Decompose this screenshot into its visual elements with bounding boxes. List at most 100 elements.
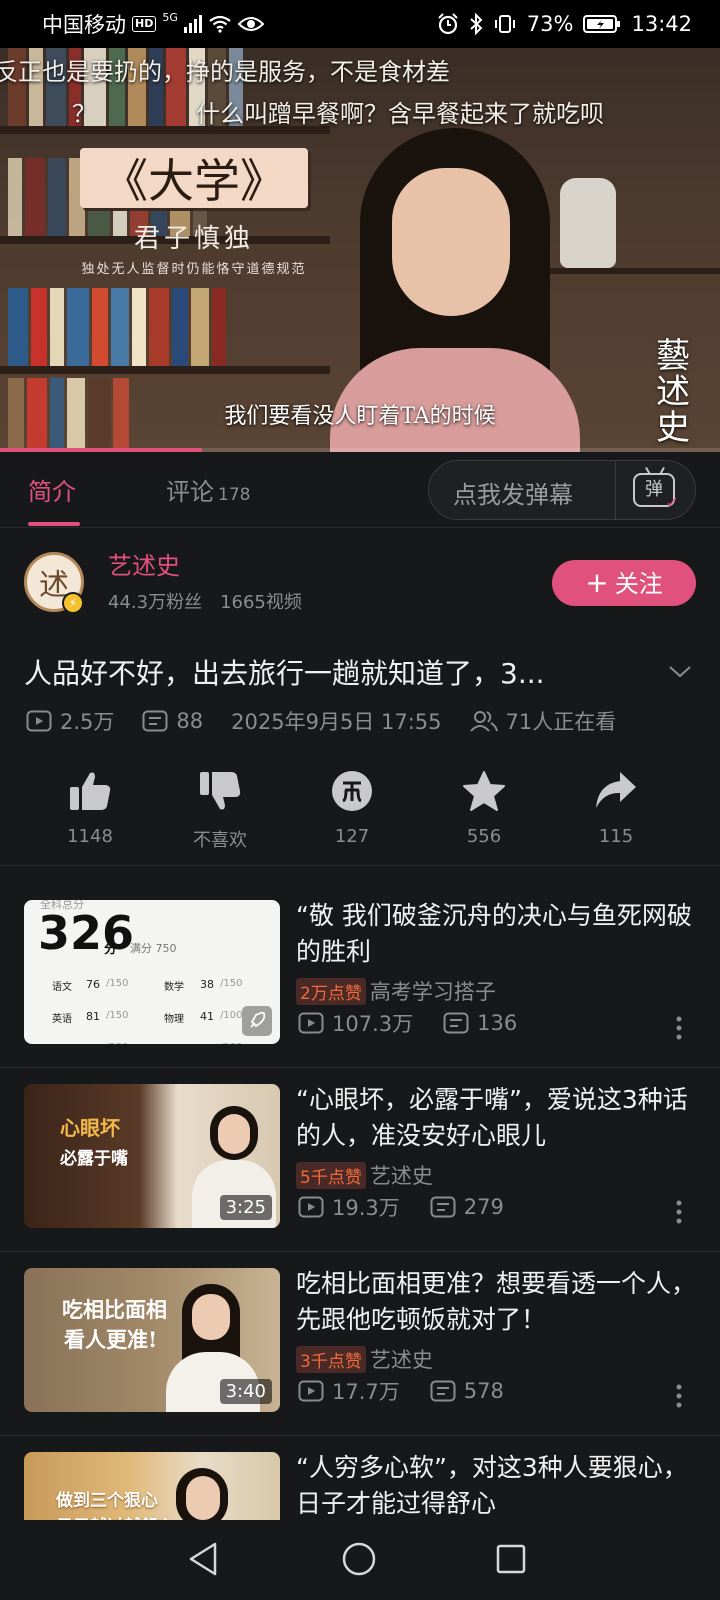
recommended-danmaku: 578	[463, 1379, 504, 1403]
recommended-title[interactable]: “人穷多心软”，对这3种人要狠心，日子才能过得舒心	[296, 1450, 696, 1522]
thumb-score-cell: /100	[220, 1042, 242, 1044]
favorite-button[interactable]: 556	[434, 770, 534, 847]
likes-badge: 5千点赞	[296, 1162, 366, 1189]
thumb-score-cell: 38	[200, 978, 214, 991]
recommended-stats: 17.7万 578	[298, 1376, 504, 1406]
thumb-full-score: 满分 750	[130, 942, 177, 955]
thumb-score: 326	[38, 906, 135, 960]
video-title-card-caption: 独处无人监督时仍能恪守道德规范	[81, 262, 307, 277]
person-face	[186, 1476, 220, 1520]
recommended-title[interactable]: “心眼坏，必露于嘴”，爱说这3种话的人，准没安好心眼儿	[296, 1082, 696, 1154]
like-button[interactable]: 1148	[40, 770, 140, 847]
chevron-down-icon[interactable]	[668, 660, 692, 684]
person-face	[218, 1114, 250, 1154]
thumb-score-cell: /150	[106, 1010, 129, 1021]
thumb-score-cell: 数学	[164, 982, 184, 993]
home-icon[interactable]	[342, 1542, 376, 1576]
thumb-score-cell: 语文	[52, 982, 72, 993]
thumb-score-cell: 81	[86, 1010, 100, 1023]
recommended-views: 17.7万	[332, 1380, 400, 1404]
thumb-text: 吃相比面相	[62, 1297, 167, 1322]
rocket-icon	[242, 1006, 272, 1036]
uploader-stats: 44.3万粉丝 1665视频	[108, 588, 302, 614]
thumbs-up-icon	[70, 772, 111, 810]
coin-icon	[332, 771, 372, 811]
danmaku-count-icon	[142, 710, 168, 732]
video-thumbnail[interactable]: 全科总分 326 分 满分 750 语文 76/150 数学 38/150 英语 81/1…	[24, 900, 280, 1044]
dislike-label: 不喜欢	[193, 830, 247, 851]
thumb-text: 必露于嘴	[60, 1149, 128, 1169]
follow-label: 关注	[614, 570, 663, 598]
thumb-score-cell: 45	[200, 1042, 214, 1044]
recommended-danmaku: 136	[477, 1011, 518, 1035]
recommended-video[interactable]: 全科总分 326 分 满分 750 语文 76/150 数学 38/150 英语 81/1…	[0, 884, 720, 1068]
video-thumbnail[interactable]: 心眼坏 必露于嘴 3:25	[24, 1084, 280, 1228]
tab-comments-count: 178	[218, 485, 251, 505]
share-button[interactable]: 115	[566, 770, 666, 847]
uploader-name[interactable]: 艺述史	[108, 546, 180, 581]
likes-badge: 3千点赞	[296, 1346, 366, 1373]
subtitle-line-2a: ？	[72, 100, 96, 128]
tab-comments[interactable]: 评论 178	[166, 472, 250, 507]
thumb-score-cell: 76	[86, 978, 100, 991]
back-icon[interactable]	[188, 1542, 218, 1576]
coin-button[interactable]: 127	[302, 770, 402, 847]
battery-icon	[583, 15, 621, 33]
more-options-icon[interactable]	[676, 1200, 682, 1224]
recommended-title[interactable]: 吃相比面相更准？想要看透一个人，先跟他吃顿饭就对了！	[296, 1266, 696, 1338]
video-duration: 3:40	[219, 1379, 272, 1404]
thumb-score-unit: 分	[104, 942, 118, 957]
tab-intro[interactable]: 简介	[28, 472, 76, 507]
tab-comments-label: 评论	[166, 478, 214, 506]
uploader-section: 述 ⚡ 艺述史 44.3万粉丝 1665视频 + 关注	[0, 530, 720, 636]
play-count-icon	[26, 710, 52, 732]
recommended-stats: 107.3万 136	[298, 1008, 517, 1038]
watching-now: 71人正在看	[505, 710, 617, 734]
more-options-icon[interactable]	[676, 1016, 682, 1040]
recommended-video[interactable]: 心眼坏 必露于嘴 3:25 “心眼坏，必露于嘴”，爱说这3种话的人，准没安好心眼…	[0, 1068, 720, 1252]
detail-tabs: 简介 评论 178 点我发弹幕 弹 ✓	[0, 452, 720, 528]
subtitle-line-1: 反正也是要扔的，挣的是服务，不是食材差	[0, 58, 450, 86]
hd-badge: HD	[132, 16, 157, 32]
dislike-button[interactable]: 不喜欢	[170, 770, 270, 852]
more-options-icon[interactable]	[676, 1384, 682, 1408]
play-count-icon	[298, 1012, 324, 1034]
recommended-stats: 19.3万 279	[298, 1192, 504, 1222]
likes-badge: 2万点赞	[296, 978, 366, 1005]
recent-apps-icon[interactable]	[496, 1544, 526, 1574]
recommended-author: 高考学习搭子	[369, 980, 496, 1004]
clock: 13:42	[631, 12, 692, 36]
channel-watermark: 藝述史	[656, 336, 690, 448]
thumb-score-cell: 41	[200, 1010, 214, 1023]
video-thumbnail[interactable]: 吃相比面相 看人更准! 3:40	[24, 1268, 280, 1412]
plus-icon: +	[585, 566, 609, 599]
subtitle-bottom: 我们要看没人盯着TA的时候	[224, 404, 496, 429]
danmaku-input[interactable]: 点我发弹幕 弹 ✓	[428, 460, 696, 520]
thumb-score-cell: /150	[106, 978, 129, 989]
danmaku-count-icon	[443, 1012, 469, 1034]
play-count-icon	[298, 1196, 324, 1218]
danmaku-icon-label: 弹	[645, 479, 663, 500]
danmaku-count-icon	[430, 1196, 456, 1218]
video-player[interactable]: 反正也是要扔的，挣的是服务，不是食材差 ？ 什么叫蹭早餐啊？含早餐起来了就吃呗 …	[0, 48, 720, 452]
eye-icon	[237, 17, 264, 31]
signal-icon	[183, 15, 202, 33]
recommended-author: 艺述史	[369, 1164, 433, 1188]
battery-percent: 73%	[526, 12, 574, 36]
verified-badge-icon: ⚡	[62, 592, 84, 614]
viewers-icon	[469, 711, 498, 732]
fans-count: 44.3万粉丝	[108, 592, 203, 613]
recommended-title[interactable]: “敬 我们破釜沉舟的决心与鱼死网破的胜利	[296, 898, 696, 970]
danmaku-toggle-icon[interactable]: 弹 ✓	[633, 473, 679, 511]
thumb-score-cell: 英语	[52, 1014, 72, 1025]
video-meta: 2.5万 88 2025年9月5日 17:55 71人正在看	[26, 706, 616, 736]
bluetooth-icon	[470, 13, 483, 35]
bookshelf-decor	[520, 268, 720, 274]
recommended-video[interactable]: 吃相比面相 看人更准! 3:40 吃相比面相更准？想要看透一个人，先跟他吃顿饭就…	[0, 1252, 720, 1436]
like-count: 1148	[67, 826, 113, 847]
follow-button[interactable]: + 关注	[552, 560, 696, 606]
recommended-danmaku: 279	[463, 1195, 504, 1219]
status-bar: 中国移动 HD 5G 73% 13:42	[0, 0, 720, 48]
video-title[interactable]: 人品好不好，出去旅行一趟就知道了，3...	[24, 652, 624, 692]
video-title-card-subtitle: 君子慎独	[133, 224, 254, 254]
